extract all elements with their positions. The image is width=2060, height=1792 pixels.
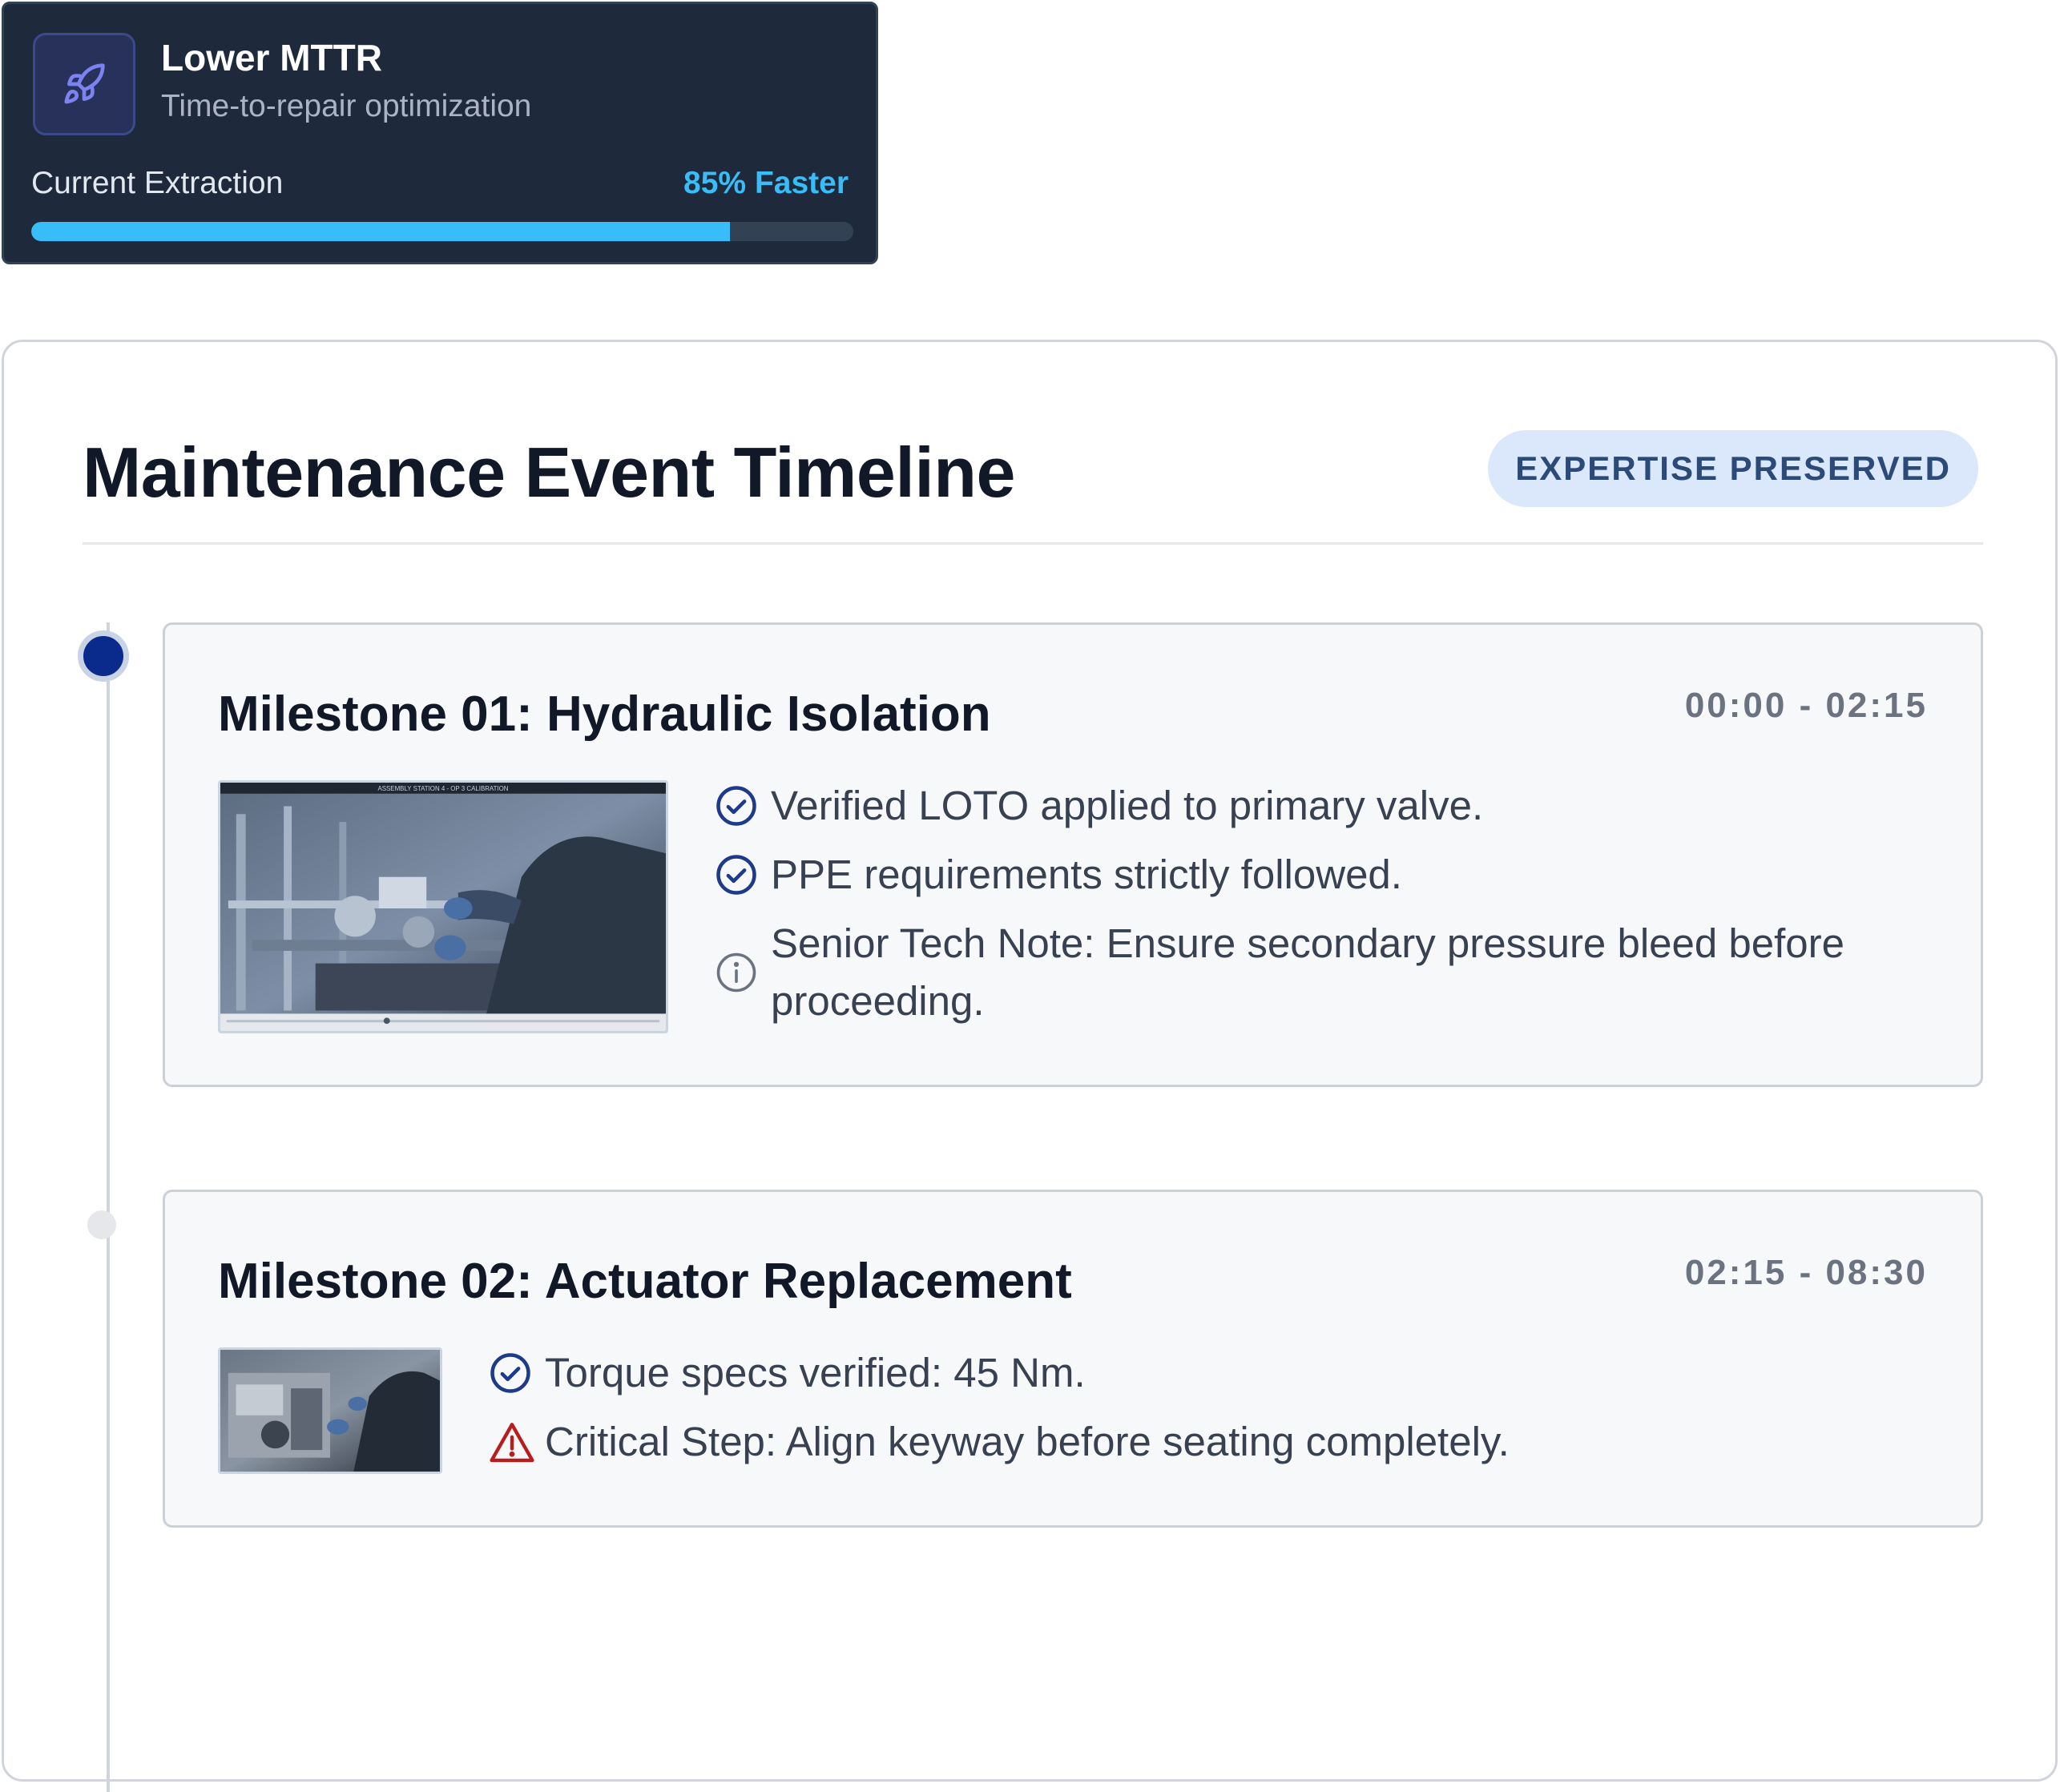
metric-subtitle: Time-to-repair optimization [161, 89, 532, 123]
assembly-station-image: ASSEMBLY STATION 4 - OP 3 CALIBRATION [220, 783, 666, 1031]
timeline-dot-active[interactable] [78, 630, 129, 682]
checklist-text: Verified LOTO applied to primary valve. [771, 783, 1484, 828]
video-thumbnail[interactable]: ASSEMBLY STATION 4 - OP 3 CALIBRATION [218, 780, 668, 1033]
list-item: Senior Tech Note: Ensure secondary press… [715, 915, 1917, 1030]
timeline-track [107, 622, 110, 1792]
rocket-icon [64, 63, 105, 104]
metric-title: Lower MTTR [161, 37, 382, 79]
milestone-card-01[interactable]: Milestone 01: Hydraulic Isolation 00:00 … [163, 622, 1983, 1087]
list-item: PPE requirements strictly followed. [715, 846, 1917, 904]
milestone-checklist: Torque specs verified: 45 Nm. Critical S… [489, 1344, 1851, 1482]
header-divider [83, 542, 1983, 545]
metric-label: Current Extraction [31, 166, 284, 200]
thumbnail-caption: ASSEMBLY STATION 4 - OP 3 CALIBRATION [377, 785, 508, 792]
info-icon [715, 915, 763, 1030]
milestone-time-range: 02:15 - 08:30 [1684, 1253, 1928, 1292]
mttr-metric-card: Lower MTTR Time-to-repair optimization C… [2, 2, 878, 264]
list-item: Torque specs verified: 45 Nm. [489, 1344, 1851, 1402]
list-item: Critical Step: Align keyway before seati… [489, 1413, 1851, 1471]
milestone-time-range: 00:00 - 02:15 [1684, 686, 1928, 725]
checklist-text: Torque specs verified: 45 Nm. [545, 1350, 1086, 1395]
metric-value: 85% Faster [683, 166, 849, 200]
timeline-dot-idle[interactable] [87, 1210, 116, 1239]
checklist-text: PPE requirements strictly followed. [771, 852, 1402, 897]
milestone-card-02[interactable]: Milestone 02: Actuator Replacement 02:15… [163, 1190, 1983, 1528]
critical-step-text: Critical Step: Align keyway before seati… [545, 1419, 1510, 1464]
rocket-icon-tile [33, 33, 135, 135]
maintenance-timeline-panel: Maintenance Event Timeline EXPERTISE PRE… [2, 340, 2058, 1792]
actuator-replacement-image [220, 1350, 440, 1472]
check-circle-icon [715, 777, 763, 835]
milestone-checklist: Verified LOTO applied to primary valve. … [715, 777, 1917, 1041]
extraction-progress-fill [31, 222, 731, 241]
extraction-progress-bar [31, 222, 853, 241]
page-title: Maintenance Event Timeline [83, 433, 1015, 512]
status-badge: EXPERTISE PRESERVED [1488, 430, 1978, 507]
video-thumbnail[interactable] [218, 1347, 442, 1474]
check-circle-icon [489, 1344, 537, 1402]
list-item: Verified LOTO applied to primary valve. [715, 777, 1917, 835]
warning-icon [489, 1413, 537, 1471]
check-circle-icon [715, 846, 763, 904]
milestone-title: Milestone 01: Hydraulic Isolation [218, 687, 991, 742]
milestone-title: Milestone 02: Actuator Replacement [218, 1254, 1072, 1309]
senior-tech-note: Senior Tech Note: Ensure secondary press… [771, 920, 1845, 1024]
